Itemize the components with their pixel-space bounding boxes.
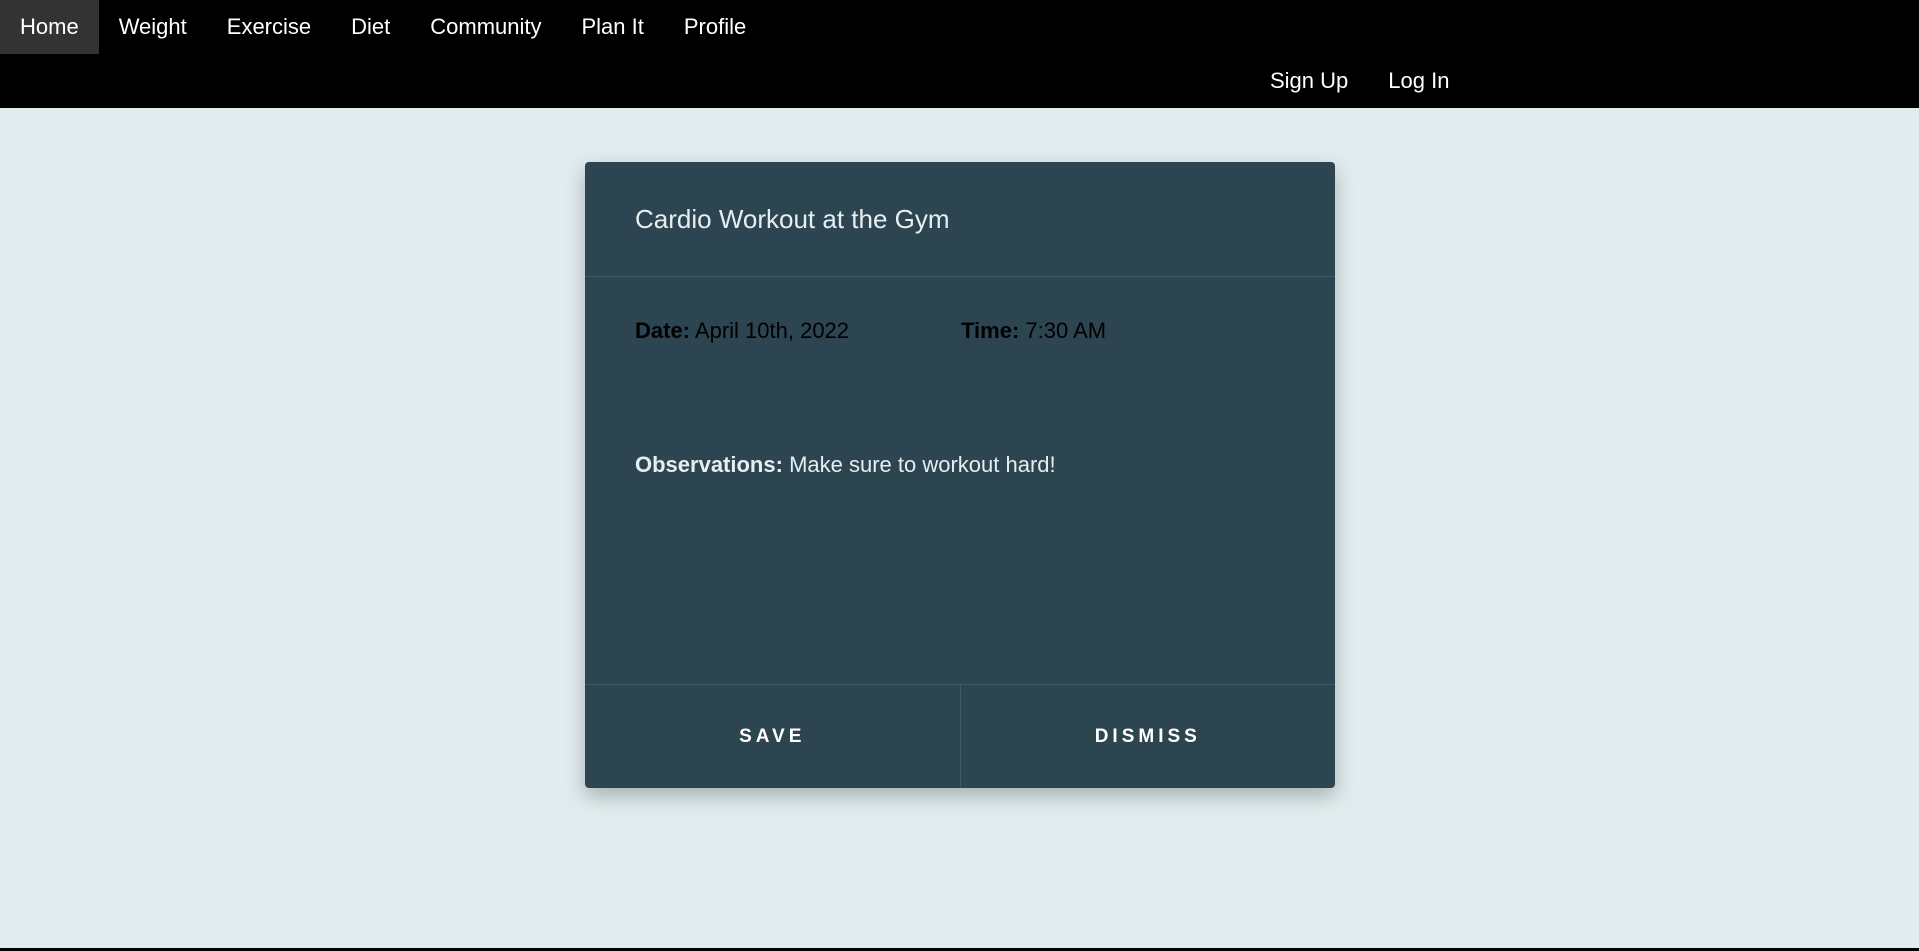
main-nav: Home Weight Exercise Diet Community Plan… (0, 0, 766, 54)
nav-item-weight[interactable]: Weight (99, 0, 207, 54)
top-navigation-bar: Home Weight Exercise Diet Community Plan… (0, 0, 1919, 108)
nav-item-diet[interactable]: Diet (331, 0, 410, 54)
card-title: Cardio Workout at the Gym (635, 204, 950, 234)
nav-item-profile[interactable]: Profile (664, 0, 766, 54)
card-header: Cardio Workout at the Gym (585, 162, 1335, 277)
date-value: April 10th, 2022 (694, 318, 850, 343)
date-label: Date: (635, 318, 691, 343)
auth-nav: Sign Up Log In (1250, 54, 1469, 108)
save-button[interactable]: SAVE (585, 685, 961, 788)
nav-item-home[interactable]: Home (0, 0, 99, 54)
time-line: Time: 7:30 AM (961, 318, 1106, 344)
time-label: Time: (961, 318, 1020, 343)
nav-item-community[interactable]: Community (410, 0, 561, 54)
time-value: 7:30 AM (1025, 318, 1107, 343)
card-footer: SAVE DISMISS (585, 684, 1335, 788)
log-in-link[interactable]: Log In (1368, 54, 1469, 108)
nav-item-plan-it[interactable]: Plan It (562, 0, 664, 54)
dismiss-button[interactable]: DISMISS (961, 685, 1336, 788)
date-line: Date: April 10th, 2022 (635, 318, 849, 344)
sign-up-link[interactable]: Sign Up (1250, 54, 1368, 108)
nav-item-exercise[interactable]: Exercise (207, 0, 331, 54)
observations-label: Observations: (635, 452, 783, 477)
observations-value: Make sure to workout hard! (789, 452, 1056, 477)
observations-line: Observations: Make sure to workout hard! (635, 452, 1056, 478)
